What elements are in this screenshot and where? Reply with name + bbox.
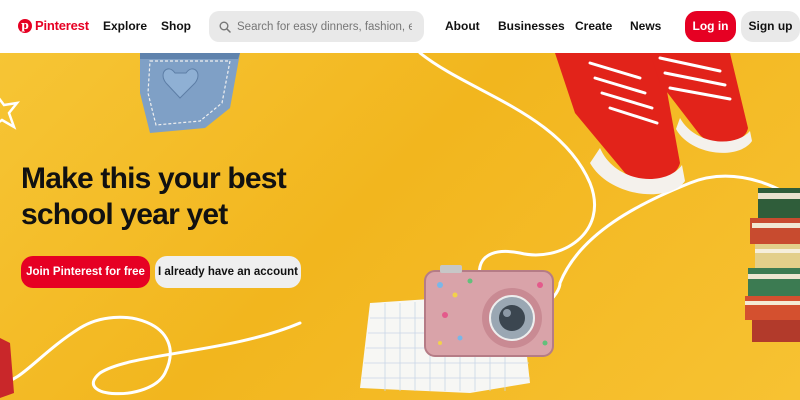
login-button[interactable]: Log in (685, 11, 736, 42)
existing-account-button[interactable]: I already have an account (155, 256, 301, 288)
nav-shop[interactable]: Shop (161, 19, 191, 33)
pinterest-logo[interactable]: p Pinterest (18, 18, 89, 33)
hero-headline-line-2: school year yet (21, 198, 228, 231)
bedazzled-camera-cutout (424, 265, 554, 357)
hero-headline-line-1: Make this your best (21, 162, 287, 195)
search-icon (219, 21, 231, 33)
nav-explore[interactable]: Explore (103, 19, 147, 33)
book-stack-cutout (745, 188, 800, 342)
pinterest-logo-icon: p (18, 18, 32, 33)
hero-headline: Make this your best school year yet (21, 161, 341, 233)
nav-news[interactable]: News (630, 19, 661, 33)
nav-create[interactable]: Create (575, 19, 612, 33)
top-navigation-bar: p Pinterest Explore Shop About Businesse… (0, 0, 800, 53)
star-doodle (0, 97, 20, 130)
logo-text: Pinterest (35, 18, 89, 33)
signup-button[interactable]: Sign up (741, 11, 800, 42)
search-input[interactable] (235, 19, 414, 34)
decorative-swirl-line (0, 315, 302, 396)
denim-pocket-cutout (140, 53, 240, 133)
nav-about[interactable]: About (445, 19, 480, 33)
hero-banner: Make this your best school year yet Join… (0, 53, 800, 400)
search-bar[interactable] (209, 11, 424, 42)
join-for-free-button[interactable]: Join Pinterest for free (21, 256, 150, 288)
nav-businesses[interactable]: Businesses (498, 19, 565, 33)
red-fabric-cutout (0, 338, 14, 398)
